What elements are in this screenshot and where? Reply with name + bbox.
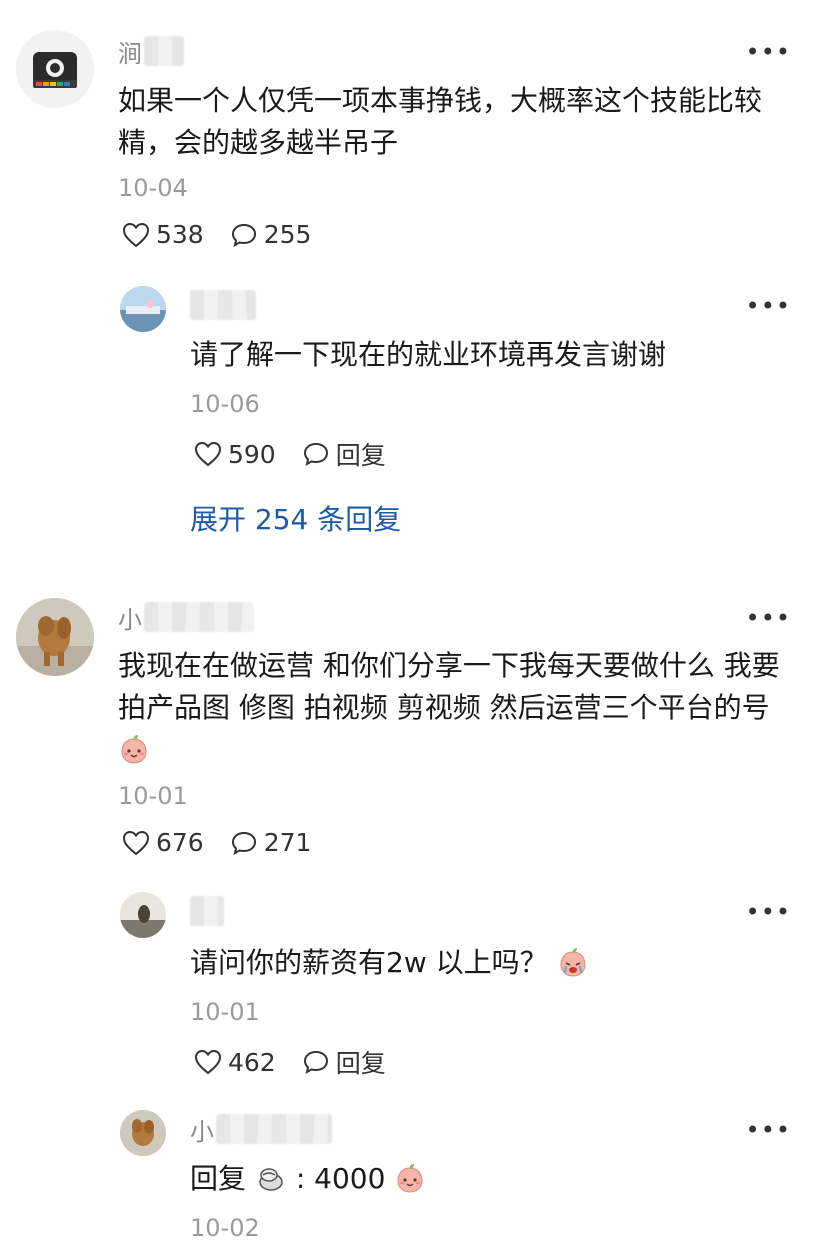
username-blur <box>190 896 224 926</box>
heart-icon <box>122 830 150 855</box>
more-dots-icon[interactable]: ••• <box>746 606 791 630</box>
comment-text: 如果一个人仅凭一项本事挣钱，大概率这个技能比较精，会的越多越半吊子 <box>118 84 763 159</box>
avatar[interactable] <box>120 1110 166 1156</box>
reply-prefix: 回复 <box>190 1162 247 1195</box>
reply-text: 请问你的薪资有2w 以上吗？ <box>190 942 785 984</box>
comment-bubble-icon <box>231 831 256 855</box>
more-dots-icon[interactable]: ••• <box>746 900 791 924</box>
username-blur <box>144 602 254 632</box>
username-blur <box>144 36 184 66</box>
more-dots-icon[interactable]: ••• <box>746 1118 791 1142</box>
more-dots-icon[interactable]: ••• <box>746 294 791 318</box>
landscape-avatar-icon <box>120 286 166 332</box>
reply-suffix: : 4000 <box>295 1162 386 1195</box>
reply-label: 回复 <box>335 1049 386 1078</box>
comment-bubble-icon <box>231 223 256 247</box>
reply-label: 回复 <box>335 441 386 470</box>
username-text: 小 <box>118 605 142 634</box>
comment-date: 10-01 <box>118 782 188 810</box>
username[interactable]: 小 <box>118 600 254 634</box>
reply-date: 10-06 <box>190 390 260 418</box>
dog-avatar-icon <box>16 598 94 676</box>
like-button[interactable]: 676 <box>122 828 204 857</box>
reply-count: 255 <box>263 220 312 249</box>
reply-date: 10-02 <box>190 1214 260 1242</box>
more-dots-icon[interactable]: ••• <box>746 40 791 64</box>
avatar[interactable] <box>16 30 94 108</box>
person-avatar-icon <box>120 892 166 938</box>
reply-date: 10-01 <box>190 998 260 1026</box>
reply-button[interactable]: 回复 <box>302 436 386 472</box>
expand-replies-link[interactable]: 展开 254 条回复 <box>190 498 401 538</box>
like-count: 676 <box>156 828 204 857</box>
username-blur <box>216 1114 332 1144</box>
reply-text-content: 请问你的薪资有2w 以上吗？ <box>190 946 548 979</box>
like-button[interactable]: 590 <box>194 440 276 469</box>
like-button[interactable]: 462 <box>194 1048 276 1077</box>
comment-actions: 538 255 <box>122 220 337 249</box>
username[interactable]: 涧 <box>118 34 184 68</box>
mentioned-user-avatar-icon <box>259 1168 283 1191</box>
username-blur <box>190 290 256 320</box>
username[interactable] <box>190 288 256 322</box>
reply-button[interactable]: 回复 <box>302 1044 386 1080</box>
comment-text: 我现在在做运营 和你们分享一下我每天要做什么 我要拍产品图 修图 拍视频 剪视频… <box>118 645 785 771</box>
username[interactable] <box>190 894 224 928</box>
heart-icon <box>122 222 150 247</box>
peach-face-emoji-icon <box>121 735 147 764</box>
crying-peach-emoji-icon <box>560 948 586 977</box>
reply-text: 回复 : 4000 <box>190 1158 785 1200</box>
dog-avatar-icon <box>120 1110 166 1156</box>
avatar[interactable] <box>120 286 166 332</box>
reply-text: 请了解一下现在的就业环境再发言谢谢 <box>190 338 667 371</box>
avatar[interactable] <box>120 892 166 938</box>
comment-button[interactable]: 255 <box>230 220 312 249</box>
heart-icon <box>194 441 222 467</box>
comment-button[interactable]: 271 <box>230 828 312 857</box>
peach-face-emoji-icon <box>397 1164 423 1193</box>
comment-date: 10-04 <box>118 174 188 202</box>
reply-actions: 590 回复 <box>194 436 412 472</box>
camera-avatar-icon <box>16 30 94 108</box>
like-count: 462 <box>228 1047 276 1077</box>
like-count: 590 <box>228 439 276 469</box>
comment-text-content: 我现在在做运营 和你们分享一下我每天要做什么 我要拍产品图 修图 拍视频 剪视频… <box>118 649 780 724</box>
reply-actions: 462 回复 <box>194 1044 412 1080</box>
username-text: 涧 <box>118 39 142 68</box>
comment-bubble-icon <box>303 442 328 466</box>
username-text: 小 <box>190 1117 214 1146</box>
avatar[interactable] <box>16 598 94 676</box>
comment-actions: 676 271 <box>122 828 337 857</box>
username[interactable]: 小 <box>190 1112 332 1146</box>
like-button[interactable]: 538 <box>122 220 204 249</box>
comment-bubble-icon <box>303 1050 328 1074</box>
like-count: 538 <box>156 220 204 249</box>
reply-count: 271 <box>263 828 312 857</box>
heart-icon <box>194 1049 222 1075</box>
